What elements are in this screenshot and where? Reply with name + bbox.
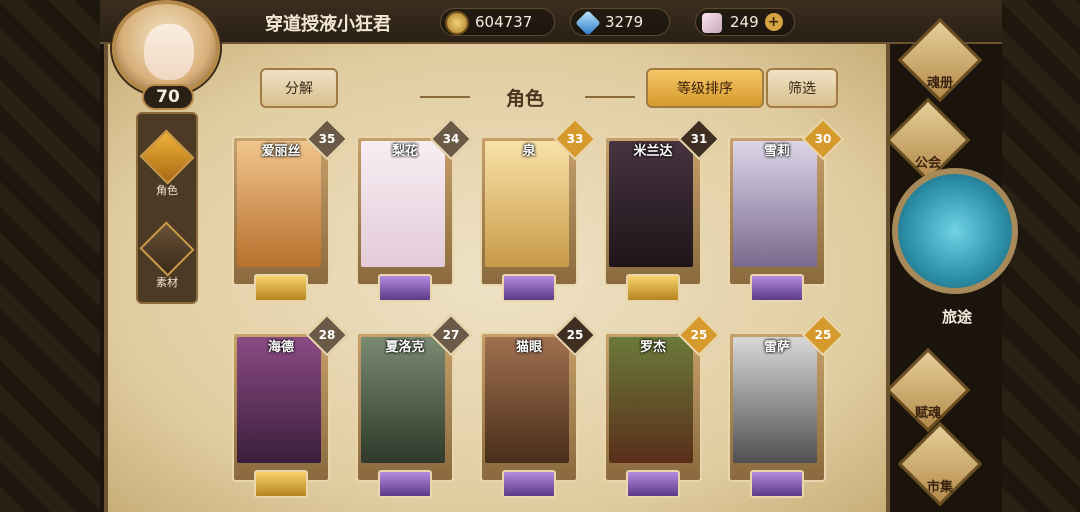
character-portrait <box>609 337 693 463</box>
character-portrait <box>733 141 817 267</box>
character-card[interactable]: 爱丽丝 35 <box>232 117 349 302</box>
character-card[interactable]: 罗杰 25 <box>604 313 721 498</box>
gold-value: 604737 <box>475 13 533 31</box>
market-label: 市集 <box>926 480 953 495</box>
talent-soul-label: 赋魂 <box>914 406 941 421</box>
gold-counter: 604737 <box>440 8 555 36</box>
character-card[interactable]: 泉 33 <box>480 117 597 302</box>
gem-counter: 3279 <box>570 8 670 36</box>
player-avatar[interactable] <box>112 0 220 96</box>
rank-purple-crest <box>502 470 556 498</box>
gold-coin-icon <box>445 11 469 35</box>
character-portrait <box>609 141 693 267</box>
character-card[interactable]: 米兰达 31 <box>604 117 721 302</box>
character-portrait <box>237 141 321 267</box>
guild-button[interactable]: 公会 <box>880 97 976 183</box>
character-card[interactable]: 海德 28 <box>232 313 349 498</box>
role-icon <box>139 129 195 185</box>
character-portrait <box>361 141 445 267</box>
gem-icon <box>575 10 601 36</box>
material-icon <box>139 221 195 277</box>
title-ornament-left <box>420 96 470 98</box>
crystal-icon <box>702 13 722 33</box>
rank-purple-crest <box>378 274 432 302</box>
character-card[interactable]: 夏洛克 27 <box>356 313 473 498</box>
rank-purple-crest <box>750 470 804 498</box>
sort-by-level-button[interactable]: 等级排序 <box>646 68 764 108</box>
character-portrait <box>237 337 321 463</box>
character-card[interactable]: 猫眼 25 <box>480 313 597 498</box>
market-button[interactable]: 市集 <box>892 421 988 507</box>
rank-gold-crest <box>254 274 308 302</box>
journey-label: 旅途 <box>941 308 972 326</box>
rank-gold-crest <box>254 470 308 498</box>
journey-button[interactable]: 旅途 <box>892 168 1022 328</box>
soul-book-label: 魂册 <box>926 76 953 91</box>
left-decor-bar <box>0 0 100 512</box>
character-card[interactable]: 梨花 34 <box>356 117 473 302</box>
tab-role[interactable]: 角色 <box>139 128 195 198</box>
filter-button[interactable]: 筛选 <box>766 68 838 108</box>
character-portrait <box>485 141 569 267</box>
rank-purple-crest <box>626 470 680 498</box>
character-portrait <box>733 337 817 463</box>
journey-emblem-icon <box>892 168 1018 294</box>
left-tab-bar: 角色 素材 <box>136 112 198 304</box>
talent-soul-button[interactable]: 赋魂 <box>880 347 976 433</box>
tab-material[interactable]: 素材 <box>139 220 195 290</box>
rank-purple-crest <box>378 470 432 498</box>
title-ornament-right <box>585 96 635 98</box>
character-portrait <box>485 337 569 463</box>
rank-purple-crest <box>750 274 804 302</box>
character-card[interactable]: 雪莉 30 <box>728 117 845 302</box>
soul-book-button[interactable]: 魂册 <box>892 17 988 103</box>
character-portrait <box>361 337 445 463</box>
section-title: 角色 <box>505 88 544 110</box>
avatar-face <box>144 24 194 80</box>
player-name: 穿道授液小狂君 <box>265 14 391 35</box>
character-card[interactable]: 雷萨 25 <box>728 313 845 498</box>
crystal-counter: 249 + <box>695 8 795 36</box>
add-crystal-icon[interactable]: + <box>764 13 783 31</box>
decompose-button[interactable]: 分解 <box>260 68 338 108</box>
rank-purple-crest <box>502 274 556 302</box>
gem-value: 3279 <box>605 13 644 31</box>
crystal-value: 249 <box>730 13 759 31</box>
rank-gold-crest <box>626 274 680 302</box>
player-level-badge: 70 <box>142 84 194 110</box>
